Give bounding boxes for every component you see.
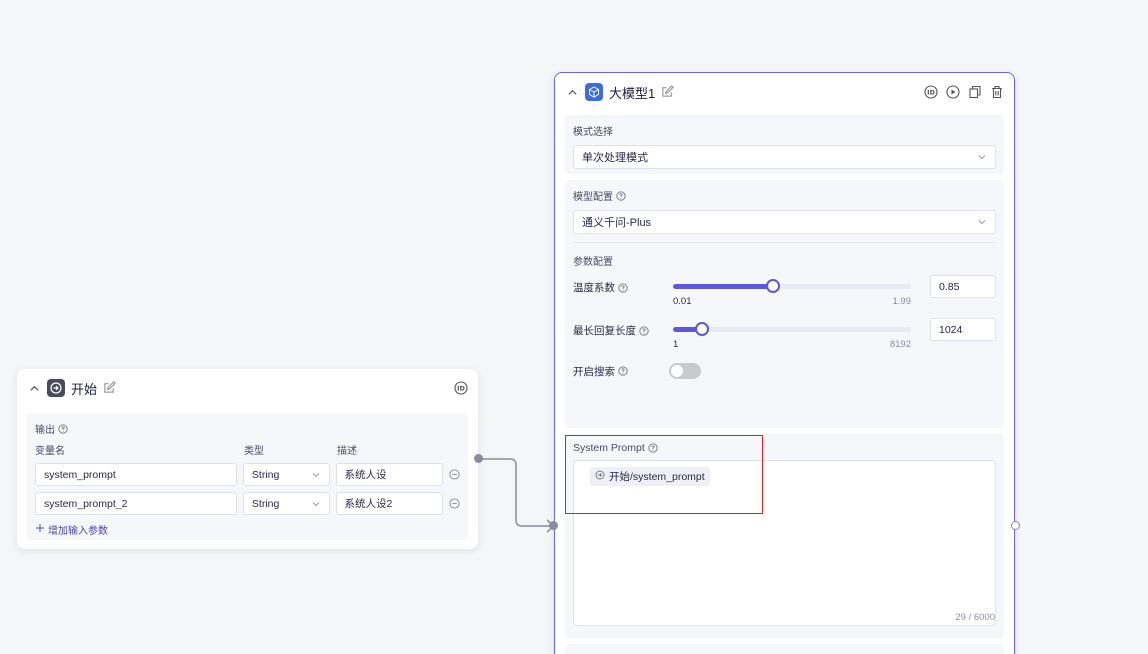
llm-input-port[interactable] <box>549 521 558 530</box>
divider <box>573 242 996 243</box>
max-length-input[interactable]: 1024 <box>930 318 996 341</box>
play-icon[interactable] <box>946 85 960 99</box>
slider-min: 0.01 <box>673 296 692 307</box>
search-label: 开启搜索 <box>573 365 615 378</box>
search-toggle[interactable] <box>669 363 701 379</box>
highlight-box <box>565 435 763 514</box>
model-config-section: 模型配置 通义千问-Plus 参数配置 温度系数 0.01 1.99 0.85 … <box>565 180 1004 428</box>
mode-value: 单次处理模式 <box>582 152 648 164</box>
model-config-label-row: 模型配置 <box>573 188 996 203</box>
llm-output-port[interactable] <box>1011 521 1020 530</box>
add-param-button[interactable]: 增加输入参数 <box>35 522 460 537</box>
temperature-row: 温度系数 0.01 1.99 0.85 <box>573 275 996 307</box>
col-desc: 描述 <box>337 446 357 457</box>
id-icon[interactable]: ID <box>924 85 938 99</box>
help-icon[interactable] <box>639 325 649 336</box>
table-row: system_prompt_2 String 系统人设2 <box>35 492 460 515</box>
slider-fill <box>673 284 773 289</box>
type-select[interactable]: String <box>242 492 330 515</box>
help-icon[interactable] <box>58 423 68 434</box>
delete-icon[interactable] <box>990 85 1004 99</box>
help-icon[interactable] <box>618 282 628 293</box>
svg-text:ID: ID <box>457 385 465 393</box>
help-icon[interactable] <box>616 190 626 201</box>
max-length-slider[interactable]: 1 8192 <box>673 322 911 350</box>
max-length-label: 最长回复长度 <box>573 325 636 337</box>
edit-icon[interactable] <box>103 381 117 395</box>
type-select[interactable]: String <box>242 463 330 486</box>
start-node-title: 开始 <box>71 381 98 397</box>
slider-track[interactable] <box>673 279 911 293</box>
col-var-name: 变量名 <box>35 446 65 457</box>
mode-section: 模式选择 单次处理模式 <box>565 115 1004 174</box>
search-row: 开启搜索 <box>573 363 996 379</box>
start-output-port[interactable] <box>474 454 483 463</box>
var-name-input[interactable]: system_prompt_2 <box>35 492 237 515</box>
chevron-down-icon <box>977 152 987 162</box>
output-label-row: 输出 <box>35 421 460 436</box>
slider-max: 1.99 <box>892 296 912 307</box>
chevron-down-icon <box>311 499 321 509</box>
next-section <box>565 644 1004 654</box>
temperature-slider[interactable]: 0.01 1.99 <box>673 279 912 307</box>
var-name-input[interactable]: system_prompt <box>35 463 237 486</box>
param-table-header: 变量名 类型 描述 <box>35 442 460 457</box>
param-config-label: 参数配置 <box>573 257 613 268</box>
llm-node-title: 大模型1 <box>609 85 656 101</box>
desc-input[interactable]: 系统人设2 <box>335 492 443 515</box>
start-node-header: 开始 ID <box>17 369 478 407</box>
plus-icon <box>35 523 45 536</box>
type-value: String <box>251 497 280 510</box>
max-length-label-row: 最长回复长度 <box>573 318 673 338</box>
mode-label: 模式选择 <box>573 127 613 138</box>
temperature-label-row: 温度系数 <box>573 275 673 295</box>
svg-text:ID: ID <box>927 89 935 97</box>
slider-thumb[interactable] <box>694 322 709 336</box>
start-node-icon <box>47 379 65 397</box>
llm-cube-icon <box>585 83 603 101</box>
model-value: 通义千问-Plus <box>582 217 652 229</box>
id-icon[interactable]: ID <box>454 381 468 395</box>
col-type: 类型 <box>244 446 264 457</box>
slider-max: 8192 <box>889 339 911 350</box>
edit-icon[interactable] <box>661 85 675 99</box>
chevron-down-icon <box>311 470 321 480</box>
temperature-label: 温度系数 <box>573 282 615 294</box>
slider-min: 1 <box>673 339 679 350</box>
search-label-row: 开启搜索 <box>573 364 669 379</box>
llm-node-header: 大模型1 ID <box>555 73 1014 111</box>
slider-track[interactable] <box>673 322 911 336</box>
copy-icon[interactable] <box>968 85 982 99</box>
mode-select[interactable]: 单次处理模式 <box>573 145 996 169</box>
slider-thumb[interactable] <box>765 279 780 293</box>
chevron-up-icon[interactable] <box>27 381 41 395</box>
type-value: String <box>251 468 280 481</box>
desc-input[interactable]: 系统人设 <box>335 463 443 486</box>
add-param-label: 增加输入参数 <box>48 526 108 537</box>
remove-row-icon[interactable] <box>449 469 460 480</box>
char-count: 29 / 6000 <box>955 612 995 623</box>
start-node[interactable]: 开始 ID 输出 变量名 类型 描述 system_prompt String … <box>17 369 478 549</box>
start-output-section: 输出 变量名 类型 描述 system_prompt String 系统人设 s… <box>27 413 468 540</box>
help-icon[interactable] <box>618 366 628 376</box>
table-row: system_prompt String 系统人设 <box>35 463 460 486</box>
output-label: 输出 <box>35 425 55 436</box>
llm-node[interactable]: 大模型1 ID 模式选择 单次处理模式 模型配置 通义千问-Plus 参数配置 … <box>554 72 1015 654</box>
max-length-row: 最长回复长度 1 8192 1024 <box>573 318 996 350</box>
chevron-down-icon <box>977 217 987 227</box>
model-select[interactable]: 通义千问-Plus <box>573 210 996 234</box>
chevron-up-icon[interactable] <box>565 85 579 99</box>
model-config-label: 模型配置 <box>573 192 613 203</box>
remove-row-icon[interactable] <box>449 498 460 509</box>
temperature-input[interactable]: 0.85 <box>930 275 996 298</box>
